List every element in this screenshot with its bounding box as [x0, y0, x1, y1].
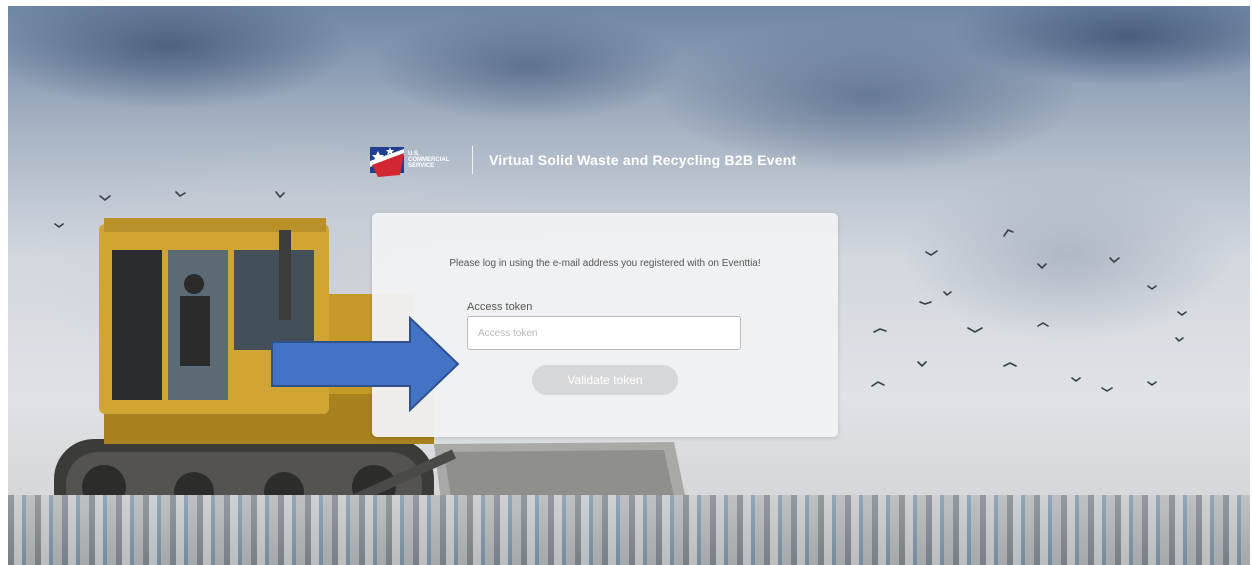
right-arrow-annotation-icon: [271, 316, 460, 412]
login-instructions: Please log in using the e-mail address y…: [449, 258, 761, 269]
flag-emblem-icon: [370, 147, 404, 177]
event-title: Virtual Solid Waste and Recycling B2B Ev…: [489, 152, 797, 168]
validate-token-button[interactable]: Validate token: [532, 365, 678, 395]
brand-header: U.S. COMMERCIAL SERVICE Virtual Solid Wa…: [370, 140, 796, 180]
access-token-label: Access token: [467, 301, 533, 313]
us-flag-logo-icon: U.S. COMMERCIAL SERVICE: [370, 141, 458, 179]
logo-text: U.S. COMMERCIAL SERVICE: [408, 151, 450, 169]
login-page: U.S. COMMERCIAL SERVICE Virtual Solid Wa…: [0, 0, 1252, 565]
access-token-input[interactable]: [467, 316, 741, 350]
landfill-ground: [8, 495, 1250, 565]
brand-divider: [472, 146, 473, 174]
